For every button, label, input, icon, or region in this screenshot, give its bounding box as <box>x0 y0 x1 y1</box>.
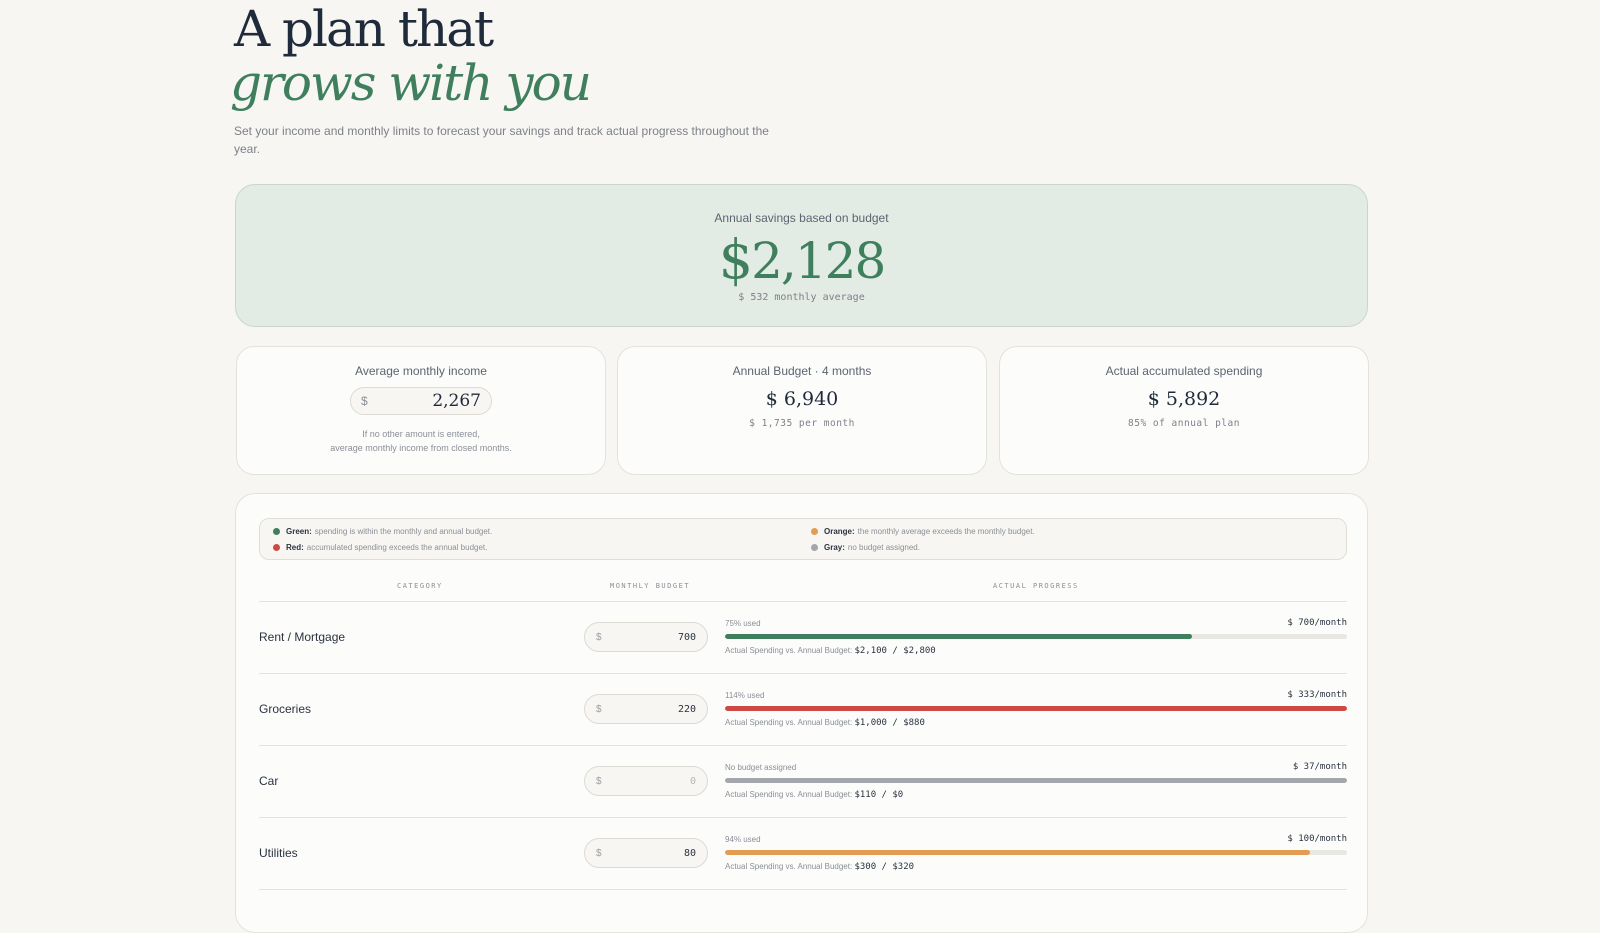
legend-item-green: Green: spending is within the monthly an… <box>273 527 492 536</box>
annual-savings-card: Annual savings based on budget $2,128 $ … <box>235 184 1368 327</box>
income-note-line2: average monthly income from closed month… <box>330 443 512 453</box>
usage-percent: No budget assigned <box>725 762 797 772</box>
legend-text: accumulated spending exceeds the annual … <box>306 543 488 552</box>
income-note-line1: If no other amount is entered, <box>362 429 480 439</box>
progress-track <box>725 634 1347 639</box>
spending-comparison: Actual Spending vs. Annual Budget: $300 … <box>725 862 1347 872</box>
monthly-budget-input[interactable]: $ 700 <box>584 622 708 652</box>
monthly-budget-input[interactable]: $ 80 <box>584 838 708 868</box>
spending-value: $ 5,892 <box>1147 388 1221 410</box>
income-note: If no other amount is entered, average m… <box>237 427 605 455</box>
legend-label: Orange: <box>824 527 855 536</box>
budget-currency: $ <box>596 847 602 859</box>
progress-fill <box>725 850 1310 855</box>
progress-track <box>725 706 1347 711</box>
spending-comparison: Actual Spending vs. Annual Budget: $110 … <box>725 790 1347 800</box>
annual-budget-card: Annual Budget · 4 months $ 6,940 $ 1,735… <box>617 346 987 475</box>
monthly-budget-input[interactable]: $ 0 <box>584 766 708 796</box>
progress-track <box>725 778 1347 783</box>
legend-label: Gray: <box>824 543 845 552</box>
budget-currency: $ <box>596 775 602 787</box>
spending-comparison: Actual Spending vs. Annual Budget: $2,10… <box>725 646 1347 656</box>
category-name: Car <box>259 774 279 788</box>
legend-item-red: Red: accumulated spending exceeds the an… <box>273 543 487 552</box>
legend-text: spending is within the monthly and annua… <box>314 527 493 536</box>
gray-dot-icon <box>811 544 818 551</box>
budget-currency: $ <box>596 703 602 715</box>
status-legend: Green: spending is within the monthly an… <box>259 518 1347 560</box>
monthly-budget-input[interactable]: $ 220 <box>584 694 708 724</box>
category-name: Utilities <box>259 846 298 860</box>
spending-card: Actual accumulated spending $ 5,892 85% … <box>999 346 1369 475</box>
legend-label: Red: <box>286 543 304 552</box>
usage-percent: 94% used <box>725 834 761 844</box>
usage-percent: 75% used <box>725 618 761 628</box>
income-currency: $ <box>361 394 368 408</box>
comparison-amount: $1,000 / $880 <box>854 718 925 728</box>
spending-comparison: Actual Spending vs. Annual Budget: $1,00… <box>725 718 1347 728</box>
income-input[interactable]: $ 2,267 <box>350 387 492 415</box>
comparison-amount: $110 / $0 <box>854 790 904 800</box>
column-header-monthly-budget: MONTHLY BUDGET <box>610 582 691 590</box>
page: A plan that grows with you Set your inco… <box>230 0 1372 933</box>
spending-percent: 85% of annual plan <box>1128 418 1240 429</box>
budget-value: 220 <box>677 703 696 715</box>
usage-percent: 114% used <box>725 690 765 700</box>
income-card: Average monthly income $ 2,267 If no oth… <box>236 346 606 475</box>
annual-savings-amount: $2,128 <box>236 232 1367 290</box>
progress-fill <box>725 634 1192 639</box>
income-value: 2,267 <box>432 391 481 411</box>
table-row: Car $ 0 No budget assigned $ 37/month Ac… <box>259 746 1347 818</box>
comparison-amount: $2,100 / $2,800 <box>854 646 936 656</box>
budget-currency: $ <box>596 631 602 643</box>
monthly-average: $ 532 monthly average <box>738 292 865 303</box>
spending-label: Actual accumulated spending <box>1105 364 1263 378</box>
annual-savings-value: 2,128 <box>751 232 886 290</box>
progress-fill <box>725 706 1347 711</box>
legend-text: the monthly average exceeds the monthly … <box>857 527 1035 536</box>
progress-fill <box>725 778 1347 783</box>
progress-section: No budget assigned $ 37/month Actual Spe… <box>725 760 1347 800</box>
monthly-spend: $ 333/month <box>1287 690 1347 700</box>
annual-budget-per-month: $ 1,735 per month <box>749 418 855 429</box>
table-row: Rent / Mortgage $ 700 75% used $ 700/mon… <box>259 602 1347 674</box>
red-dot-icon <box>273 544 280 551</box>
orange-dot-icon <box>811 528 818 535</box>
hero-title-line2: grows with you <box>230 54 592 112</box>
column-header-category: CATEGORY <box>397 582 443 590</box>
comparison-label: Actual Spending vs. Annual Budget: <box>725 718 853 727</box>
hero-subtitle: Set your income and monthly limits to fo… <box>234 124 769 156</box>
legend-item-orange: Orange: the monthly average exceeds the … <box>811 527 1035 536</box>
progress-section: 75% used $ 700/month Actual Spending vs.… <box>725 616 1347 656</box>
category-name: Groceries <box>259 702 312 716</box>
monthly-spend: $ 100/month <box>1287 834 1347 844</box>
comparison-label: Actual Spending vs. Annual Budget: <box>725 790 853 799</box>
category-table-card: Green: spending is within the monthly an… <box>235 493 1368 933</box>
table-row: Utilities $ 80 94% used $ 100/month Actu… <box>259 818 1347 890</box>
table-row: Groceries $ 220 114% used $ 333/month Ac… <box>259 674 1347 746</box>
legend-label: Green: <box>286 527 312 536</box>
budget-value: 700 <box>677 631 696 643</box>
currency-symbol: $ <box>718 228 753 291</box>
budget-value: 80 <box>683 847 696 859</box>
category-name: Rent / Mortgage <box>259 630 346 644</box>
income-label: Average monthly income <box>355 364 487 378</box>
progress-section: 94% used $ 100/month Actual Spending vs.… <box>725 832 1347 872</box>
green-dot-icon <box>273 528 280 535</box>
hero-title-line1: A plan that <box>234 0 494 58</box>
legend-item-gray: Gray: no budget assigned. <box>811 543 920 552</box>
column-header-actual-progress: ACTUAL PROGRESS <box>993 582 1079 590</box>
comparison-amount: $300 / $320 <box>854 862 915 872</box>
comparison-label: Actual Spending vs. Annual Budget: <box>725 646 853 655</box>
legend-text: no budget assigned. <box>847 543 920 552</box>
monthly-spend: $ 700/month <box>1287 618 1347 628</box>
annual-budget-label: Annual Budget · 4 months <box>732 364 872 378</box>
progress-track <box>725 850 1347 855</box>
budget-value: 0 <box>689 775 696 787</box>
comparison-label: Actual Spending vs. Annual Budget: <box>725 862 853 871</box>
annual-budget-value: $ 6,940 <box>765 388 839 410</box>
progress-section: 114% used $ 333/month Actual Spending vs… <box>725 688 1347 728</box>
annual-savings-label: Annual savings based on budget <box>714 211 889 225</box>
monthly-spend: $ 37/month <box>1292 762 1347 772</box>
